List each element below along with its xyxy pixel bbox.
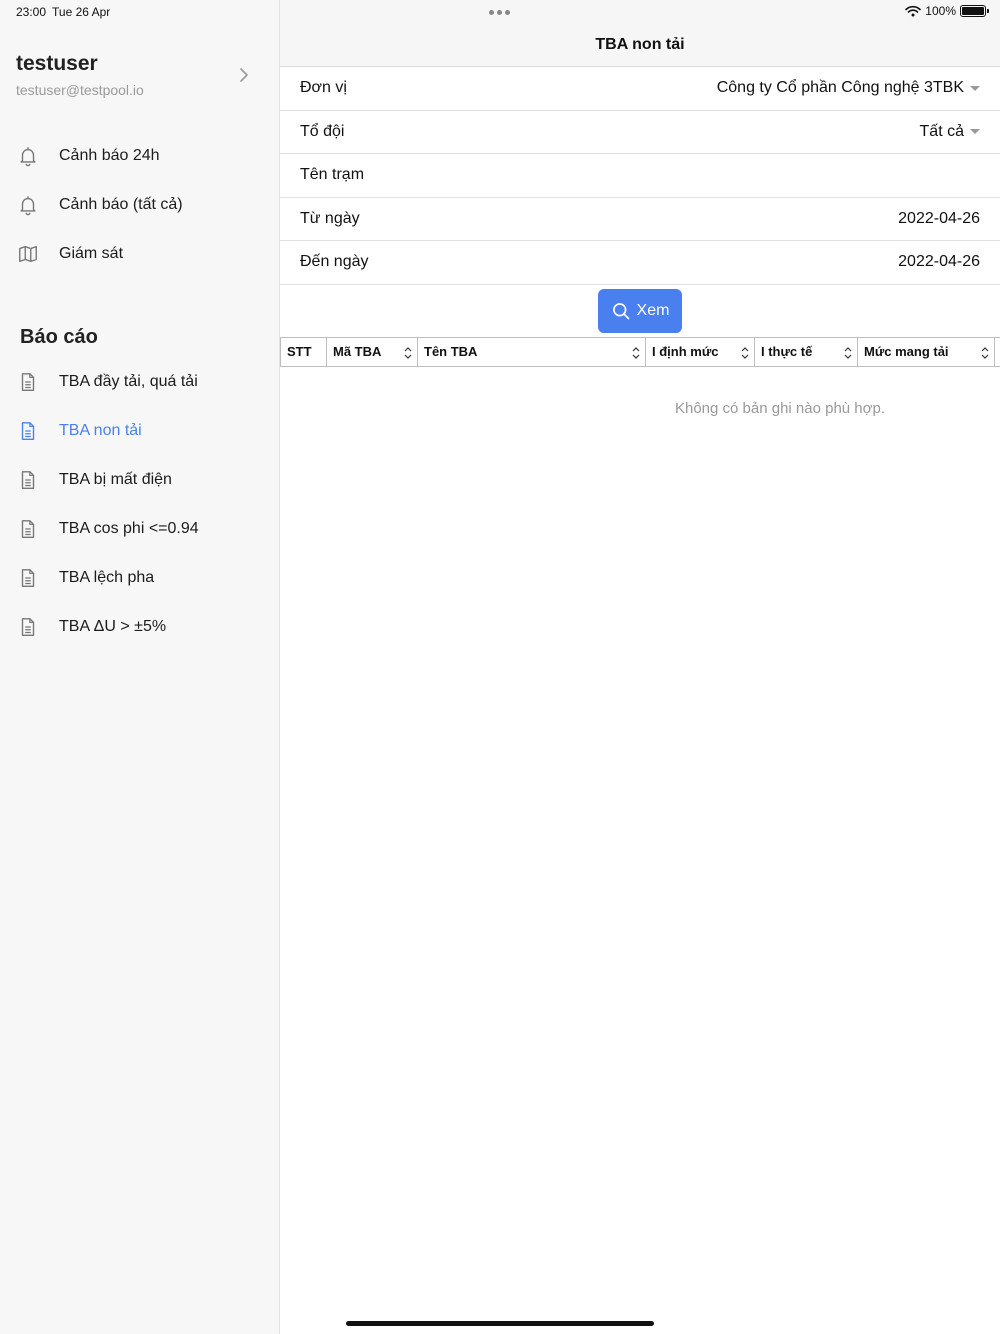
menu-item-alerts-all[interactable]: Cảnh báo (tất cả) [0,180,280,229]
bell-icon [16,144,40,168]
document-icon [16,517,40,541]
sort-icon[interactable] [403,345,413,361]
station-label: Tên trạm [300,166,365,184]
menu-item-monitoring[interactable]: Giám sát [0,229,280,278]
caret-down-icon [970,85,980,91]
view-button[interactable]: Xem [598,288,682,333]
report-item-label: TBA non tải [59,421,142,439]
status-time: 23:00 Tue 26 Apr [16,5,110,19]
reports-section-title: Báo cáo [20,326,98,348]
menu-item-alerts-24h[interactable]: Cảnh báo 24h [0,131,280,180]
search-icon [612,302,629,319]
button-row: Xem [280,285,1000,337]
user-email: testuser@testpool.io [16,82,144,98]
view-button-label: Xem [636,301,670,319]
to-date-label: Đến ngày [300,253,369,271]
column-label: Tên TBA [424,344,478,359]
unit-select[interactable]: Công ty Cổ phần Công nghệ 3TBK [717,79,980,97]
column-label: Mã TBA [333,344,382,359]
team-value: Tất cả [919,122,964,140]
sidebar: 23:00 Tue 26 Apr testuser testuser@testpo… [0,0,280,1334]
main-panel: TBA non tải Đơn vị Công ty Cổ phần Công … [280,0,1000,1334]
clock: 23:00 [16,5,47,19]
multitask-dots-icon[interactable] [489,10,510,15]
caret-down-icon [970,129,980,135]
empty-table-message: Không có bản ghi nào phù hợp. [674,399,885,417]
sort-icon[interactable] [740,345,750,361]
main-menu: Cảnh báo 24h Cảnh báo (tất cả) Giám sát [0,131,280,278]
column-label: STT [287,344,312,359]
menu-item-label: Cảnh báo (tất cả) [59,195,183,213]
unit-field[interactable]: Đơn vị Công ty Cổ phần Công nghệ 3TBK [280,67,1000,111]
reports-menu: TBA đầy tải, quá tải TBA non tải TBA bị … [0,357,280,651]
report-item-power-loss[interactable]: TBA bị mất điện [0,455,280,504]
sort-icon[interactable] [980,345,990,361]
report-item-label: TBA lệch pha [59,568,155,586]
status-date: Tue 26 Apr [52,5,111,19]
from-date-label: Từ ngày [300,209,360,227]
table-header: STT Mã TBA Tên TBA I định mức I thực tế … [280,336,1000,367]
team-label: Tổ đội [300,122,345,140]
battery-percent: 100% [925,4,956,18]
battery-icon [960,5,989,17]
report-item-phase-imbalance[interactable]: TBA lệch pha [0,553,280,602]
menu-item-label: Cảnh báo 24h [59,146,160,164]
user-name: testuser [16,52,98,75]
document-icon [16,468,40,492]
station-field[interactable]: Tên trạm [280,154,1000,198]
column-header-code[interactable]: Mã TBA [326,337,417,366]
column-label: I thực tế [761,344,813,359]
report-item-voltage-deviation[interactable]: TBA ΔU > ±5% [0,602,280,651]
report-item-label: TBA cos phi <=0.94 [59,519,199,537]
menu-item-label: Giám sát [59,244,124,262]
page-title: TBA non tải [595,36,685,53]
bell-icon [16,193,40,217]
column-label: Mức mang tải [864,344,949,359]
document-icon [16,370,40,394]
unit-value: Công ty Cổ phần Công nghệ 3TBK [716,79,964,97]
column-header-load-level[interactable]: Mức mang tải [857,337,995,366]
unit-label: Đơn vị [300,79,347,97]
report-item-cos-phi[interactable]: TBA cos phi <=0.94 [0,504,280,553]
report-item-underload[interactable]: TBA non tải [0,406,280,455]
report-item-label: TBA ΔU > ±5% [59,617,167,635]
nav-bar: TBA non tải [280,0,1000,67]
column-header-name[interactable]: Tên TBA [417,337,645,366]
report-item-label: TBA đầy tải, quá tải [59,372,198,390]
report-item-label: TBA bị mất điện [59,470,172,488]
to-date-field[interactable]: Đến ngày 2022-04-26 [280,241,1000,285]
column-header-rated-current[interactable]: I định mức [645,337,754,366]
report-item-overload[interactable]: TBA đầy tải, quá tải [0,357,280,406]
document-icon [16,419,40,443]
team-select[interactable]: Tất cả [920,123,980,141]
chevron-right-icon[interactable] [236,66,252,84]
sort-icon[interactable] [631,345,641,361]
column-header-actual-current[interactable]: I thực tế [754,337,857,366]
from-date-field[interactable]: Từ ngày 2022-04-26 [280,198,1000,241]
wifi-icon [905,5,922,17]
map-icon [16,242,40,266]
document-icon [16,615,40,639]
document-icon [16,566,40,590]
sort-icon[interactable] [843,345,853,361]
team-field[interactable]: Tổ đội Tất cả [280,111,1000,154]
user-profile[interactable]: testuser testuser@testpool.io [16,52,256,98]
home-indicator[interactable] [346,1321,654,1326]
column-label: I định mức [652,344,719,359]
status-indicators: 100% [905,4,989,18]
to-date-value[interactable]: 2022-04-26 [898,253,980,271]
from-date-value[interactable]: 2022-04-26 [898,210,980,228]
column-header-stt[interactable]: STT [280,337,326,366]
